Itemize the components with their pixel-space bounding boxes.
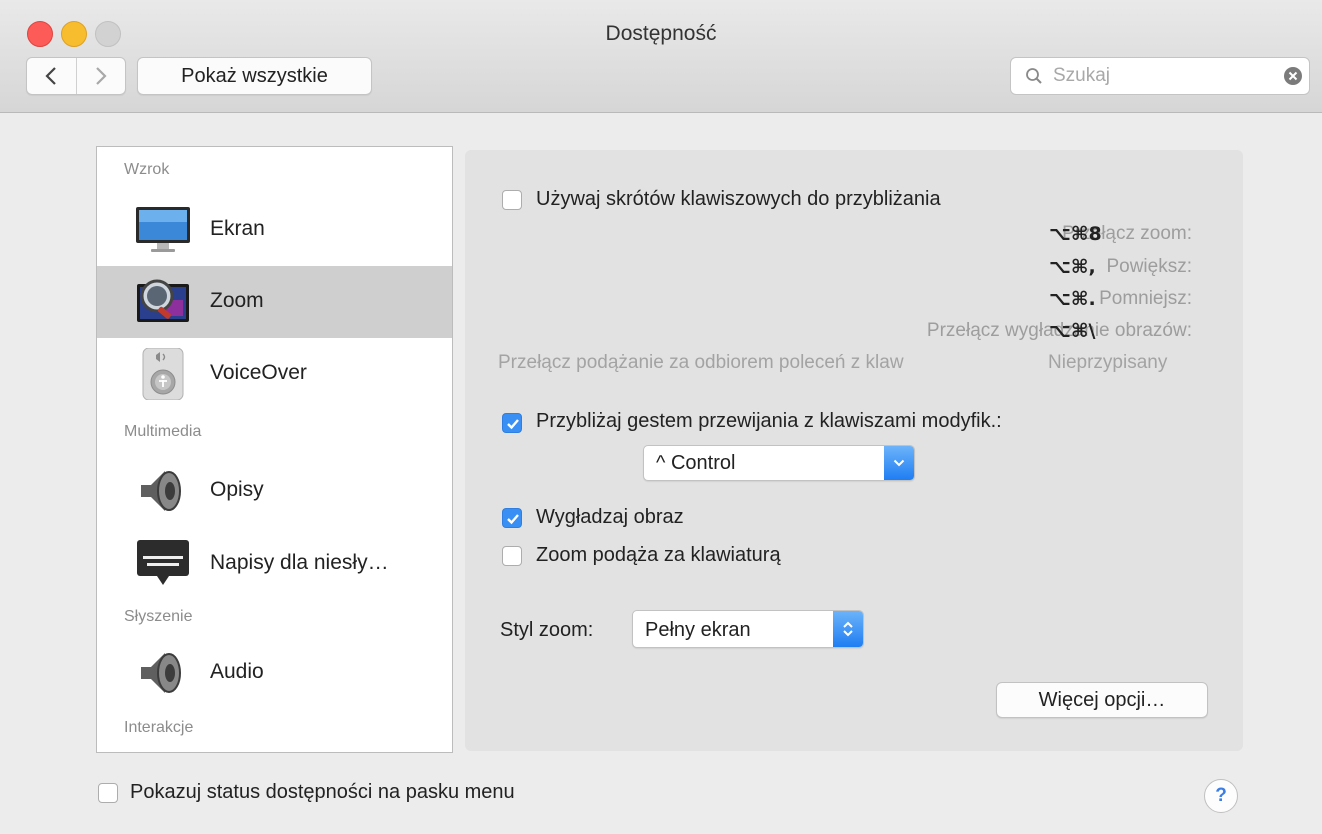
shortcut-keys: ⌥⌘8 <box>1049 223 1102 245</box>
sidebar-item-audio[interactable]: Audio <box>97 637 452 709</box>
window-title: Dostępność <box>605 22 717 45</box>
keyboard-shortcuts-label: Używaj skrótów klawiszowych do przybliża… <box>536 188 941 210</box>
category-sidebar: Wzrok Ekran Zoom VoiceOver Multimedia Op… <box>96 146 453 753</box>
speaker-icon <box>135 465 191 517</box>
scroll-gesture-label: Przybliżaj gestem przewijania z klawisza… <box>536 410 1002 432</box>
sidebar-section-vision: Wzrok <box>124 161 170 178</box>
sidebar-section-multimedia: Multimedia <box>124 423 202 440</box>
sidebar-item-zoom[interactable]: Zoom <box>97 266 452 338</box>
modifier-key-select[interactable]: ^ Control <box>643 445 915 481</box>
chevron-down-icon <box>884 446 914 480</box>
shortcut-keys: ⌥⌘. <box>1049 288 1096 310</box>
chevron-right-icon <box>95 67 107 85</box>
back-button[interactable] <box>27 58 76 94</box>
sidebar-item-label: Audio <box>210 660 264 683</box>
zoom-magnifier-icon <box>135 276 191 328</box>
shortcut-label: Powiększ: <box>1106 256 1192 277</box>
navigation-buttons <box>26 57 126 95</box>
sidebar-item-label: Ekran <box>210 217 265 240</box>
sidebar-item-captions[interactable]: Napisy dla niesły… <box>97 528 452 600</box>
shortcut-label: Pomniejsz: <box>1099 288 1192 309</box>
zoom-style-select[interactable]: Pełny ekran <box>632 610 864 648</box>
search-field[interactable] <box>1010 57 1310 95</box>
sidebar-item-label: Zoom <box>210 289 264 312</box>
sidebar-item-label: Opisy <box>210 478 264 501</box>
show-all-button[interactable]: Pokaż wszystkie <box>137 57 372 95</box>
sidebar-section-interaction: Interakcje <box>124 719 194 736</box>
menu-status-checkbox[interactable] <box>98 783 118 803</box>
focus-follow-value: Nieprzypisany <box>1048 352 1168 373</box>
clear-search-icon[interactable] <box>1283 66 1303 86</box>
chevron-left-icon <box>45 67 57 85</box>
window-toolbar: Dostępność Pokaż wszystkie <box>0 0 1322 113</box>
smooth-images-label: Wygładzaj obraz <box>536 506 684 528</box>
sidebar-section-hearing: Słyszenie <box>124 608 193 625</box>
menu-status-label: Pokazuj status dostępności na pasku menu <box>130 781 515 803</box>
checkmark-icon <box>507 514 519 525</box>
sidebar-item-display[interactable]: Ekran <box>97 194 452 266</box>
modifier-key-value: ^ Control <box>656 452 736 474</box>
scroll-gesture-checkbox[interactable] <box>502 413 522 433</box>
smooth-images-checkbox[interactable] <box>502 508 522 528</box>
captions-icon <box>135 538 191 590</box>
search-input[interactable] <box>1051 64 1275 88</box>
keyboard-shortcuts-checkbox[interactable] <box>502 190 522 210</box>
up-down-arrows-icon <box>833 611 863 647</box>
sidebar-item-label: VoiceOver <box>210 361 307 384</box>
speaker-icon <box>135 647 191 699</box>
sidebar-item-descriptions[interactable]: Opisy <box>97 455 452 527</box>
shortcut-keys: ⌥⌘, <box>1049 256 1096 278</box>
focus-follow-label: Przełącz podążanie za odbiorem poleceń z… <box>498 352 904 373</box>
follow-keyboard-label: Zoom podąża za klawiaturą <box>536 544 781 566</box>
help-button[interactable]: ? <box>1204 779 1238 813</box>
search-icon <box>1025 67 1043 85</box>
voiceover-icon <box>135 347 191 401</box>
sidebar-item-label: Napisy dla niesły… <box>210 551 389 574</box>
display-icon <box>135 204 191 256</box>
more-options-button[interactable]: Więcej opcji… <box>996 682 1208 718</box>
forward-button[interactable] <box>75 58 126 94</box>
shortcut-keys: ⌥⌘\ <box>1049 320 1096 342</box>
zoom-style-label: Styl zoom: <box>500 619 594 641</box>
checkmark-icon <box>507 419 519 430</box>
follow-keyboard-checkbox[interactable] <box>502 546 522 566</box>
sidebar-item-voiceover[interactable]: VoiceOver <box>97 338 452 410</box>
zoom-style-value: Pełny ekran <box>645 619 751 641</box>
